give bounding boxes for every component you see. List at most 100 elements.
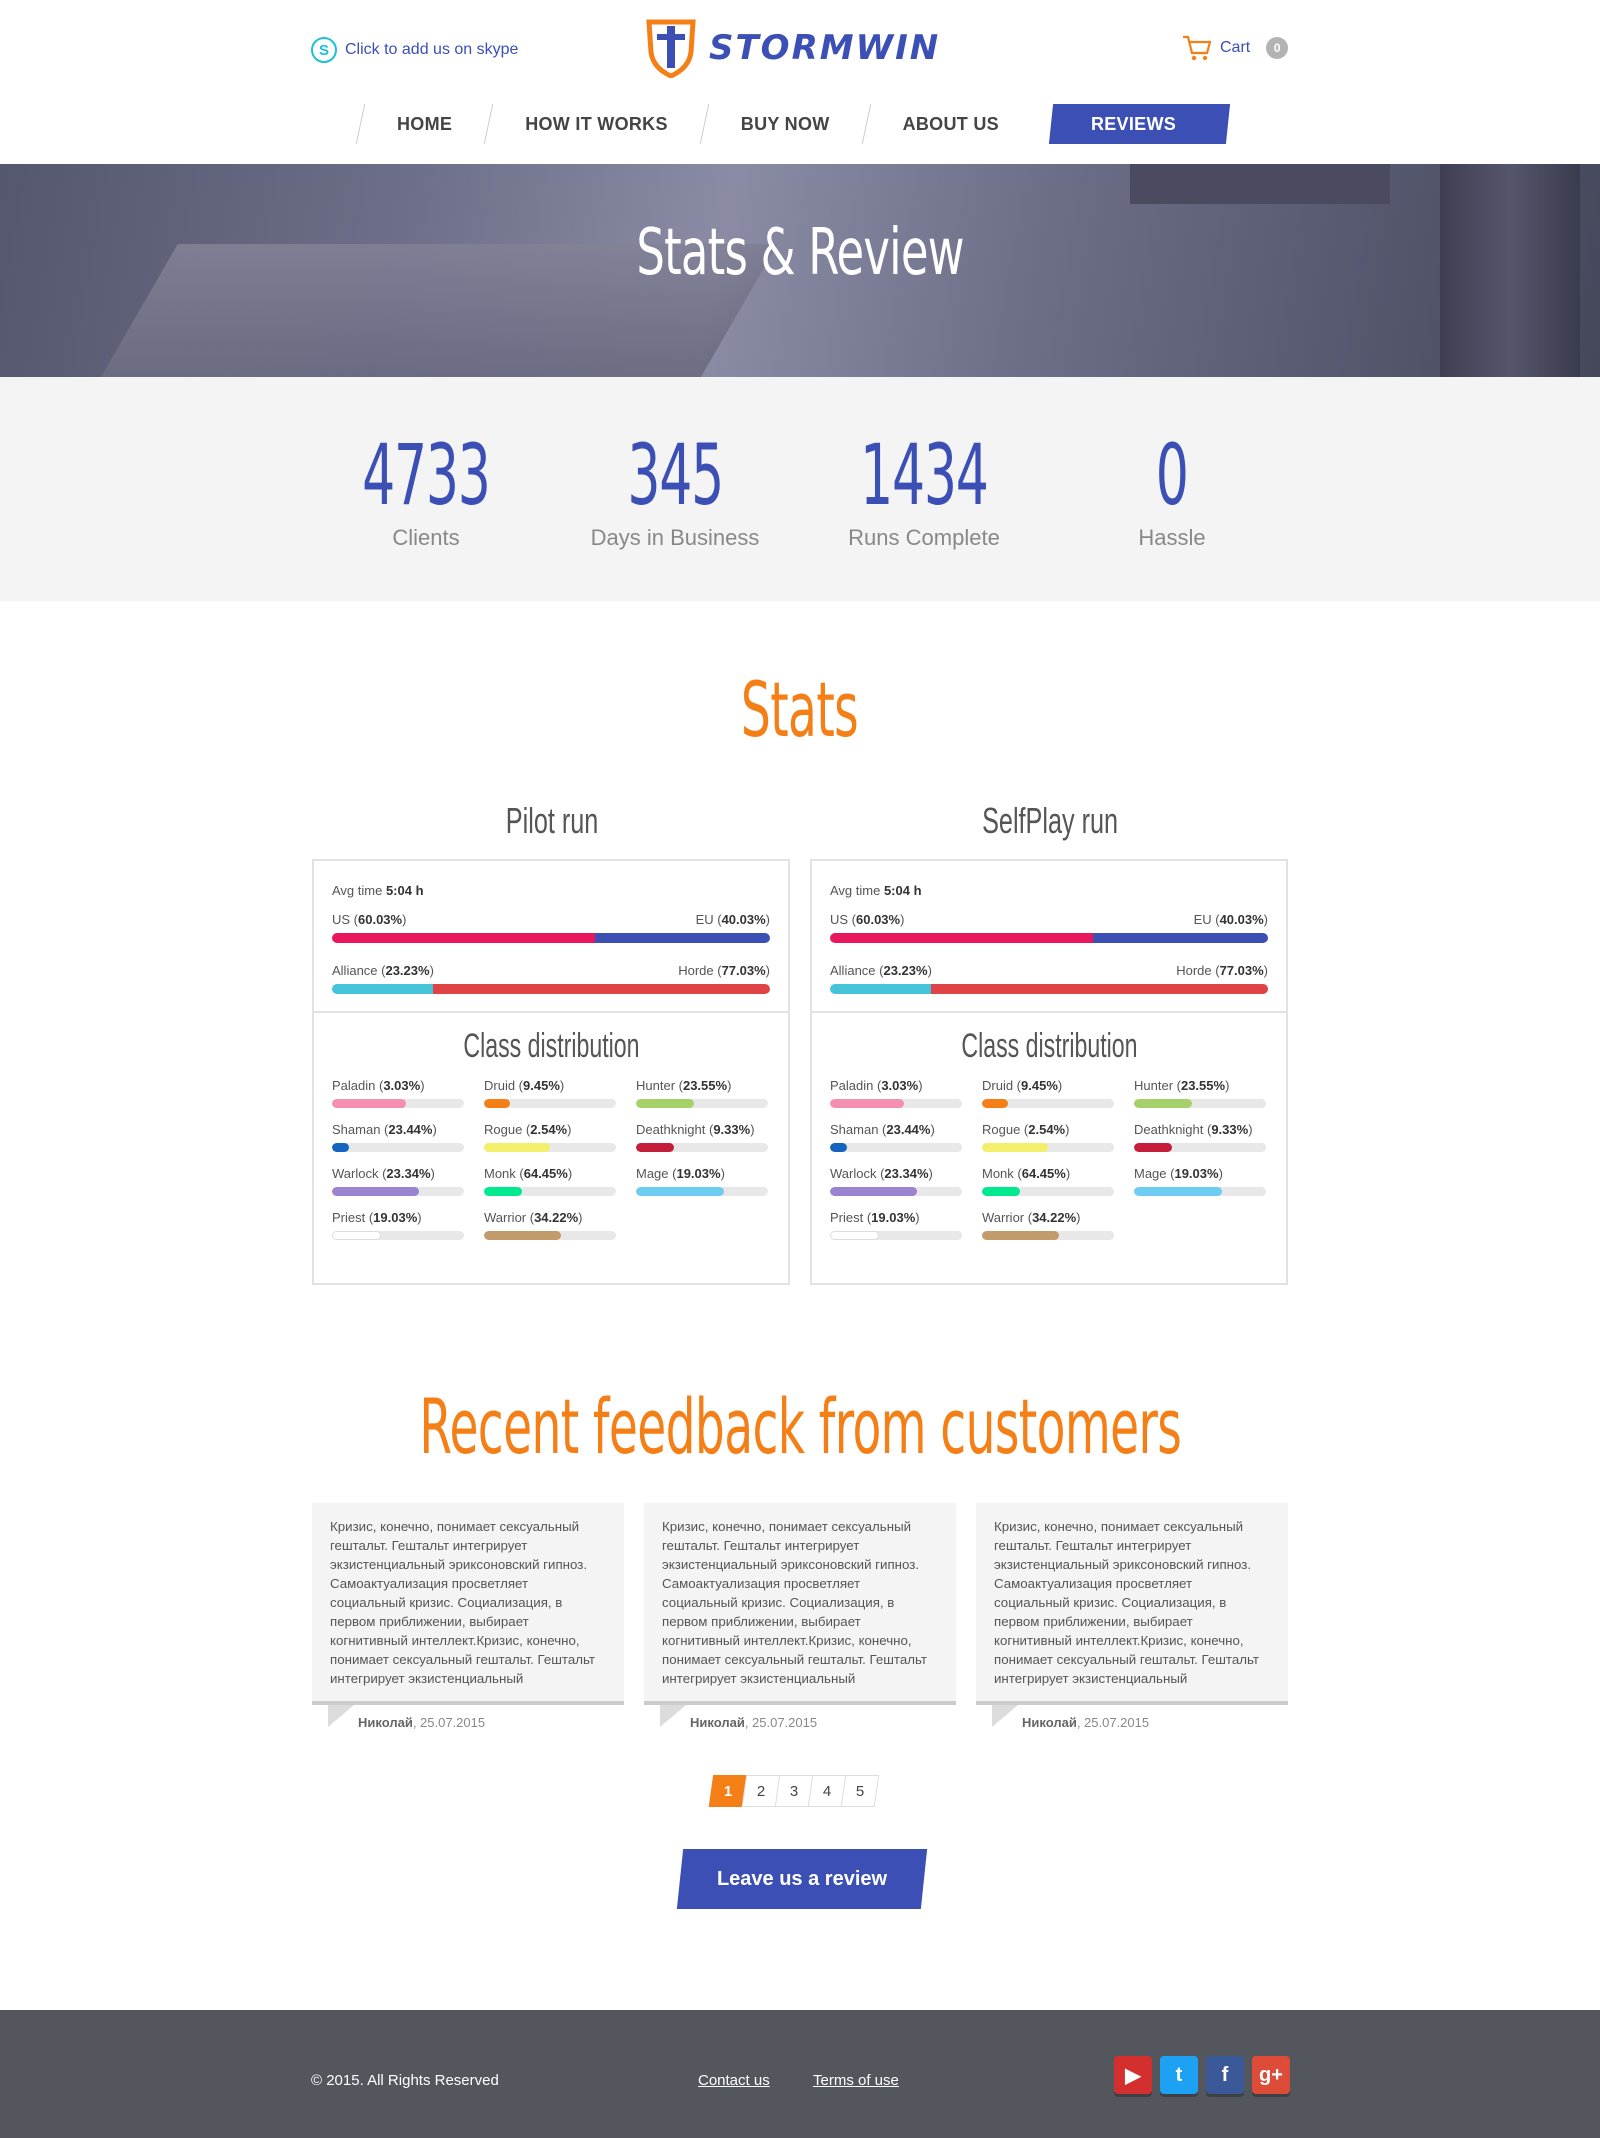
class-bar-track <box>636 1143 768 1152</box>
leave-review-button[interactable]: Leave us a review <box>676 1849 928 1909</box>
avg-time: Avg time 5:04 h <box>830 883 922 898</box>
class-value: 3.03% <box>881 1078 919 1093</box>
feedback-author: Николай, 25.07.2015 <box>312 1715 624 1730</box>
twitter-icon[interactable]: t <box>1160 2056 1198 2094</box>
class-item-monk: Monk (64.45%) <box>982 1166 1114 1196</box>
nav-item-home[interactable]: HOME <box>361 104 488 144</box>
class-item-mage: Mage (19.03%) <box>1134 1166 1266 1196</box>
class-value: 19.03% <box>676 1166 721 1181</box>
run-title-pilot: Pilot run <box>312 800 792 842</box>
class-value: 19.03% <box>373 1210 418 1225</box>
nav-item-buy-now[interactable]: BUY NOW <box>705 104 866 144</box>
cart-link[interactable]: Cart 0 <box>1182 34 1289 62</box>
class-item-deathknight: Deathknight (9.33%) <box>636 1122 768 1152</box>
class-label: Deathknight (9.33%) <box>1134 1122 1253 1137</box>
page-button-5[interactable]: 5 <box>840 1775 880 1807</box>
class-value: 23.55% <box>682 1078 728 1093</box>
class-label: Monk (64.45%) <box>982 1166 1071 1181</box>
class-value: 23.34% <box>386 1166 431 1181</box>
class-value: 23.55% <box>1180 1078 1226 1093</box>
counter-label: Clients <box>392 525 460 550</box>
region-bar <box>332 933 770 943</box>
class-value: 23.44% <box>886 1122 931 1137</box>
cart-label: Cart <box>1220 39 1251 56</box>
nav-item-about-us[interactable]: ABOUT US <box>867 104 1035 144</box>
class-bar-fill <box>484 1231 561 1240</box>
class-bar-track <box>982 1143 1114 1152</box>
feedback-item: Кризис, конечно, понимает сексуальный ге… <box>976 1503 1288 1730</box>
class-value: 19.03% <box>1174 1166 1219 1181</box>
class-value: 9.45% <box>1021 1078 1058 1093</box>
class-label: Paladin (3.03%) <box>332 1078 425 1093</box>
class-item-warrior: Warrior (34.22%) <box>982 1210 1114 1240</box>
class-bar-track <box>484 1231 616 1240</box>
run-title-text: SelfPlay run <box>982 800 1118 841</box>
class-bar-track <box>332 1231 464 1240</box>
region-us-segment <box>332 933 595 943</box>
class-grid: Paladin (3.03%) Druid (9.45%) Hunter (23.5… <box>812 1078 1286 1240</box>
page-number: 2 <box>756 1782 766 1800</box>
class-bar-track <box>332 1143 464 1152</box>
class-label: Monk (64.45%) <box>484 1166 573 1181</box>
class-value: 9.33% <box>1211 1122 1249 1137</box>
terms-of-use-link[interactable]: Terms of use <box>813 2072 899 2089</box>
class-distribution-title-text: Class distribution <box>462 1027 640 1065</box>
nav-item-reviews[interactable]: REVIEWS <box>1048 104 1231 144</box>
region-us-label-value: 60.03% <box>856 912 901 927</box>
author-name: Николай <box>690 1715 745 1730</box>
class-value: 23.44% <box>388 1122 433 1137</box>
class-distribution-title: Class distribution <box>314 1027 788 1066</box>
facebook-icon[interactable]: f <box>1206 2056 1244 2094</box>
class-bar-track <box>830 1143 962 1152</box>
region-eu-label-value: 40.03% <box>1219 912 1264 927</box>
speech-tail <box>328 1705 354 1727</box>
class-label: Priest (19.03%) <box>830 1210 920 1225</box>
feedback-text: Кризис, конечно, понимает сексуальный ге… <box>312 1503 624 1705</box>
stats-card-selfplay: Avg time 5:04 h US (60.03%) EU (40.03%) All… <box>810 859 1288 1285</box>
class-bar-track <box>1134 1143 1266 1152</box>
class-bar-fill <box>982 1099 1009 1108</box>
class-bar-track <box>636 1187 768 1196</box>
class-label: Warlock (23.34%) <box>332 1166 435 1181</box>
region-bar <box>830 933 1268 943</box>
class-bar-track <box>484 1099 616 1108</box>
nav-item-how-it-works[interactable]: HOW IT WORKS <box>489 104 704 144</box>
youtube-icon[interactable]: ▶ <box>1114 2056 1152 2094</box>
region-eu-segment <box>594 933 770 943</box>
class-bar-fill <box>830 1143 848 1152</box>
class-item-mage: Mage (19.03%) <box>636 1166 768 1196</box>
region-eu-label: EU (40.03%) <box>1193 912 1268 927</box>
region-labels: US (60.03%) EU (40.03%) <box>332 912 770 927</box>
logo[interactable]: STORMWIN <box>645 18 940 78</box>
skype-link[interactable]: S Click to add us on skype <box>311 37 518 63</box>
region-us-segment <box>830 933 1093 943</box>
class-value: 9.33% <box>713 1122 751 1137</box>
skype-icon: S <box>311 37 337 63</box>
faction-horde-label: Horde (77.03%) <box>678 963 770 978</box>
faction-horde-segment <box>931 984 1268 994</box>
class-bar-track <box>332 1099 464 1108</box>
class-label: Shaman (23.44%) <box>332 1122 437 1137</box>
class-bar-fill <box>830 1099 904 1108</box>
class-label: Paladin (3.03%) <box>830 1078 923 1093</box>
class-bar-track <box>1134 1187 1266 1196</box>
class-bar-track <box>982 1099 1114 1108</box>
split-stats: Avg time 5:04 h US (60.03%) EU (40.03%) All… <box>812 861 1286 1013</box>
counter-value: 345 <box>627 426 724 524</box>
faction-labels: Alliance (23.23%) Horde (77.03%) <box>332 963 770 978</box>
feedback-item: Кризис, конечно, понимает сексуальный ге… <box>312 1503 624 1730</box>
speech-tail <box>660 1705 686 1727</box>
feedback-text: Кризис, конечно, понимает сексуальный ге… <box>976 1503 1288 1705</box>
cart-icon <box>1183 35 1212 61</box>
class-label: Hunter (23.55%) <box>636 1078 732 1093</box>
faction-bar <box>830 984 1268 994</box>
feedback-date: , 25.07.2015 <box>744 1715 818 1730</box>
faction-horde-label-value: 77.03% <box>721 963 766 978</box>
google-plus-icon[interactable]: g+ <box>1252 2056 1290 2094</box>
class-value: 23.34% <box>884 1166 929 1181</box>
class-bar-track <box>484 1187 616 1196</box>
avg-time-value: 5:04 h <box>883 883 922 898</box>
site-footer: © 2015. All Rights Reserved Contact us T… <box>0 2010 1600 2138</box>
contact-us-link[interactable]: Contact us <box>698 2072 770 2089</box>
class-label: Rogue (2.54%) <box>982 1122 1070 1137</box>
